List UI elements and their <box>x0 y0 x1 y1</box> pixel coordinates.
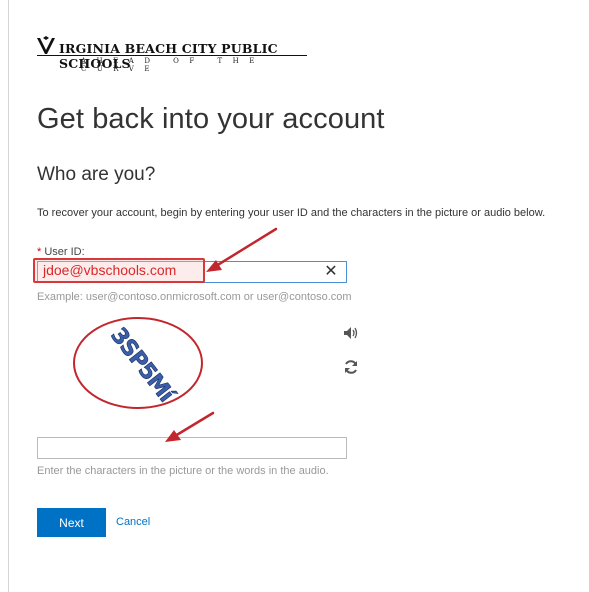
refresh-icon[interactable] <box>343 359 359 375</box>
logo-tagline: AHEAD OF THE CURVE <box>81 57 265 73</box>
logo-underline <box>37 55 307 56</box>
close-icon[interactable]: ✕ <box>322 262 340 282</box>
page-title: Get back into your account <box>37 103 385 135</box>
school-logo: IRGINIA BEACH CITY PUBLIC SCHOOLS AHEAD … <box>37 36 317 73</box>
next-button[interactable]: Next <box>37 508 106 537</box>
captcha-help-text: Enter the characters in the picture or t… <box>37 465 329 477</box>
captcha-image: 3SP5Mí <box>73 317 203 409</box>
userid-label-text: User ID: <box>44 246 85 258</box>
required-marker: * <box>37 246 42 258</box>
logo-mark-icon <box>37 36 55 54</box>
captcha-input[interactable] <box>37 437 347 459</box>
speaker-icon[interactable] <box>343 326 359 340</box>
userid-label: * User ID: <box>37 246 85 258</box>
account-recovery-page: IRGINIA BEACH CITY PUBLIC SCHOOLS AHEAD … <box>0 0 589 592</box>
captcha-characters: 3SP5Mí <box>105 323 179 408</box>
userid-example: Example: user@contoso.onmicrosoft.com or… <box>37 291 352 303</box>
instructions-text: To recover your account, begin by enteri… <box>37 207 546 219</box>
cancel-link[interactable]: Cancel <box>116 516 150 528</box>
left-border <box>8 0 9 592</box>
section-title: Who are you? <box>37 164 156 185</box>
userid-value: jdoe@vbschools.com <box>43 262 177 278</box>
